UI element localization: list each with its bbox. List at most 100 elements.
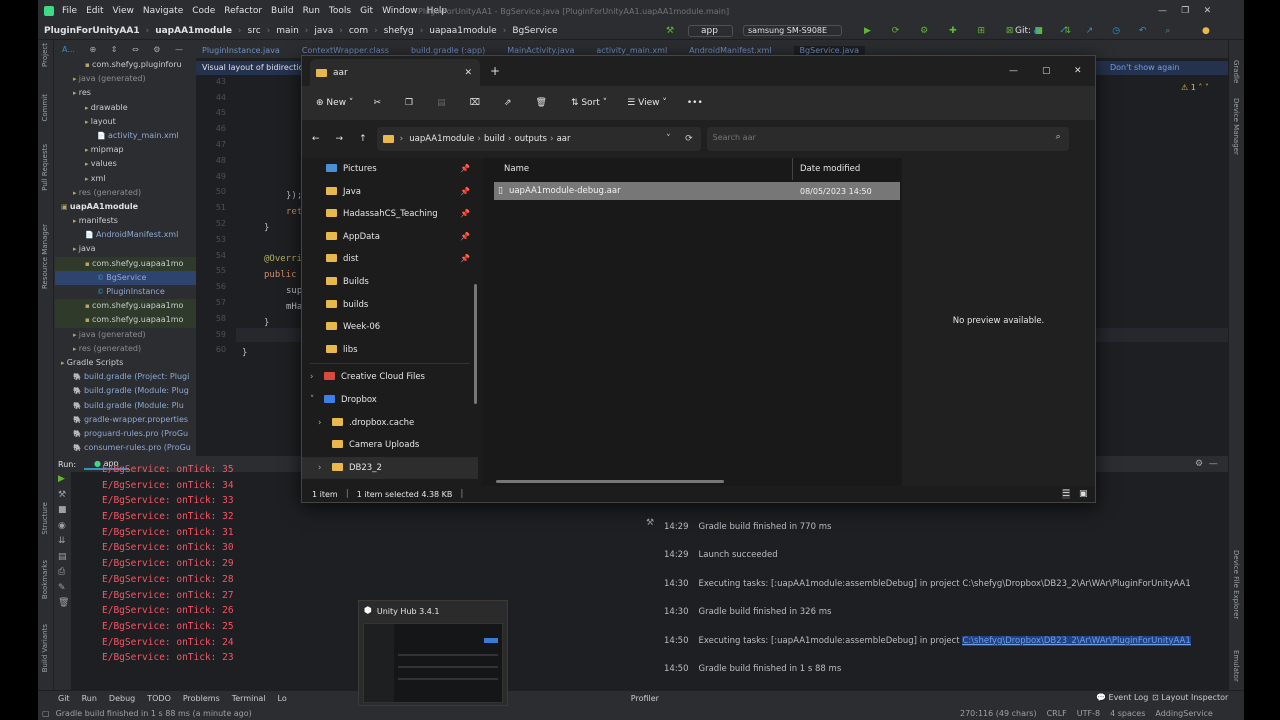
layout-inspector-button[interactable]: ⊡ Layout Inspector [1152,693,1228,702]
project-tree-item[interactable]: 🐘 gradle-wrapper.properties [55,413,196,427]
menu-run[interactable]: Run [303,6,320,16]
tab-contextwrapper-class[interactable]: ContextWrapper.class [302,46,389,55]
nav-item--dropbox-cache[interactable]: › .dropbox.cache [302,412,478,435]
project-tree-item[interactable]: ▸ values [55,157,196,171]
project-tree-item[interactable]: ▸ Gradle Scripts [55,356,196,370]
menu-build[interactable]: Build [271,6,294,16]
right-strip-emulator[interactable]: Emulator [1232,650,1240,682]
address-segment[interactable]: aar [557,134,571,144]
copy-icon[interactable]: ❐ [405,98,413,108]
address-segment[interactable]: outputs [515,134,547,144]
nav-item-java[interactable]: Java 📌 [302,181,478,204]
close-tab-icon[interactable]: ✕ [464,68,472,78]
menu-refactor[interactable]: Refactor [224,6,262,16]
project-tree-item[interactable]: ▪ com.shefyg.pluginforu [55,58,196,72]
nav-item-camera-uploads[interactable]: Camera Uploads [302,434,478,457]
nav-item-builds[interactable]: builds [302,294,478,317]
nav-scrollbar[interactable] [474,284,477,404]
right-strip-gradle[interactable]: Gradle [1232,60,1240,83]
logcat-output[interactable]: E/BgService: onTick: 35 E/BgService: onTi… [102,462,302,672]
breadcrumb-item[interactable]: com [349,26,368,36]
project-tree-item[interactable]: 🐘 proguard-rules.pro (ProGu [55,427,196,441]
refresh-icon[interactable]: ⟳ [685,134,693,144]
new-button[interactable]: ⊕ New ˅ [316,98,353,108]
project-tree-item[interactable]: ▸ manifests [55,214,196,228]
scroll-end-icon[interactable]: ⇊ [58,534,71,550]
left-strip-structure[interactable]: Structure [41,502,49,535]
project-tree-item[interactable]: 🐘 consumer-rules.pro (ProGu [55,441,196,455]
project-tree-item[interactable]: © PluginInstance [55,285,196,299]
tab-build-gradle-app-[interactable]: build.gradle (:app) [411,46,485,55]
project-view-label[interactable]: A... [62,45,75,54]
breadcrumb-item[interactable]: java [314,26,333,36]
nav-item-dropbox[interactable]: ˅ Dropbox [302,389,478,412]
forward-icon[interactable]: → [336,134,344,144]
nav-item-creative-cloud-files[interactable]: › Creative Cloud Files [302,366,478,389]
share-icon[interactable]: ⇗ [504,98,512,108]
left-strip-project[interactable]: Project [41,43,49,67]
project-tree-item[interactable]: ▪ com.shefyg.uapaa1mo [55,299,196,314]
project-tree-item[interactable]: ▣ uapAA1module [55,200,196,214]
taskbar-preview[interactable]: ⬢ Unity Hub 3.4.1 [358,600,508,706]
menu-code[interactable]: Code [192,6,215,16]
project-tree-item[interactable]: ▸ res [55,86,196,100]
breadcrumb-item[interactable]: shefyg [384,26,414,36]
nav-item-appdata[interactable]: AppData 📌 [302,226,478,249]
rerun-icon[interactable]: ▶ [58,472,71,488]
chevron-icon[interactable]: › [318,412,332,435]
menu-git[interactable]: Git [360,6,373,16]
run-config-select[interactable]: app [688,24,733,37]
hammer-icon[interactable]: ⚒ [666,26,674,36]
run-settings-icons[interactable]: ⚙ — [1195,459,1218,469]
file-row[interactable]: ▯ uapAA1module-debug.aar 08/05/2023 14:50 [494,182,900,200]
view-button[interactable]: ☰ View ˅ [627,98,667,108]
menu-view[interactable]: View [113,6,134,16]
layout-icon[interactable]: ▤ [58,550,71,566]
menu-file[interactable]: File [62,6,77,16]
new-tab-icon[interactable]: + [490,64,500,78]
maximize-icon[interactable]: ▢ [1042,66,1051,76]
project-tree-item[interactable]: ▸ res (generated) [55,342,196,356]
nav-item-hadassahcs-teaching[interactable]: HadassahCS_Teaching 📌 [302,203,478,226]
tab-activity-main-xml[interactable]: activity_main.xml [596,46,667,55]
status-item[interactable]: UTF-8 [1077,709,1100,718]
breadcrumb-item[interactable]: main [276,26,299,36]
menu-navigate[interactable]: Navigate [143,6,183,16]
tab-plugininstance-java[interactable]: PluginInstance.java [202,46,280,55]
project-header-icons[interactable]: ⊕ ⇕ ⇔ ⚙ — [90,45,189,54]
project-tree-item[interactable]: ▸ drawable [55,101,196,115]
project-tree-item[interactable]: ▸ xml [55,172,196,186]
left-strip-resource-manager[interactable]: Resource Manager [41,224,49,289]
device-select[interactable]: samsung SM-S908E [743,25,843,36]
git-toolbar-icons[interactable]: ↙ ✓ ↗ ◷ ↶ ⌕ [1033,26,1178,36]
status-item[interactable]: 270:116 (49 chars) [960,709,1037,718]
tool-problems[interactable]: Problems [183,694,220,703]
search-input[interactable] [706,127,1027,148]
print-icon[interactable]: ⎙ [58,565,71,581]
wrench-icon[interactable]: ⚒ [58,488,71,504]
tab-mainactivity-java[interactable]: MainActivity.java [507,46,574,55]
back-icon[interactable]: ← [312,134,320,144]
build-log-path-link[interactable]: C:\shefyg\Dropbox\DB23_2\Ar\WAr\PluginFo… [962,635,1191,646]
left-strip-commit[interactable]: Commit [41,94,49,122]
menu-edit[interactable]: Edit [86,6,103,16]
list-scrollbar[interactable] [496,480,724,483]
nav-item-builds[interactable]: Builds [302,271,478,294]
nav-item-week-06[interactable]: Week-06 [302,316,478,339]
sort-button[interactable]: ⇅ Sort ˅ [571,98,607,108]
status-bar-icon[interactable]: ▢ [42,709,50,718]
tool-terminal[interactable]: Terminal [232,694,266,703]
project-tree-item[interactable]: ▪ com.shefyg.uapaa1mo [55,313,196,328]
chevron-icon[interactable]: › [318,457,332,480]
tool-lo[interactable]: Lo [278,694,287,703]
tool-profiler[interactable]: Profiler [631,694,659,703]
status-item[interactable]: AddingService [1155,709,1212,718]
pin-icon[interactable]: ✎ [58,581,71,597]
right-strip-device-manager[interactable]: Device Manager [1232,98,1240,155]
address-dropdown-icon[interactable]: ˅ [666,134,671,144]
search-box[interactable]: ⌕ [706,127,1069,151]
status-item[interactable]: CRLF [1047,709,1067,718]
tiles-view-icon[interactable]: ▣ [1079,489,1088,499]
menu-window[interactable]: Window [382,6,418,16]
project-tree-item[interactable]: 🐘 build.gradle (Module: Plug [55,384,196,398]
